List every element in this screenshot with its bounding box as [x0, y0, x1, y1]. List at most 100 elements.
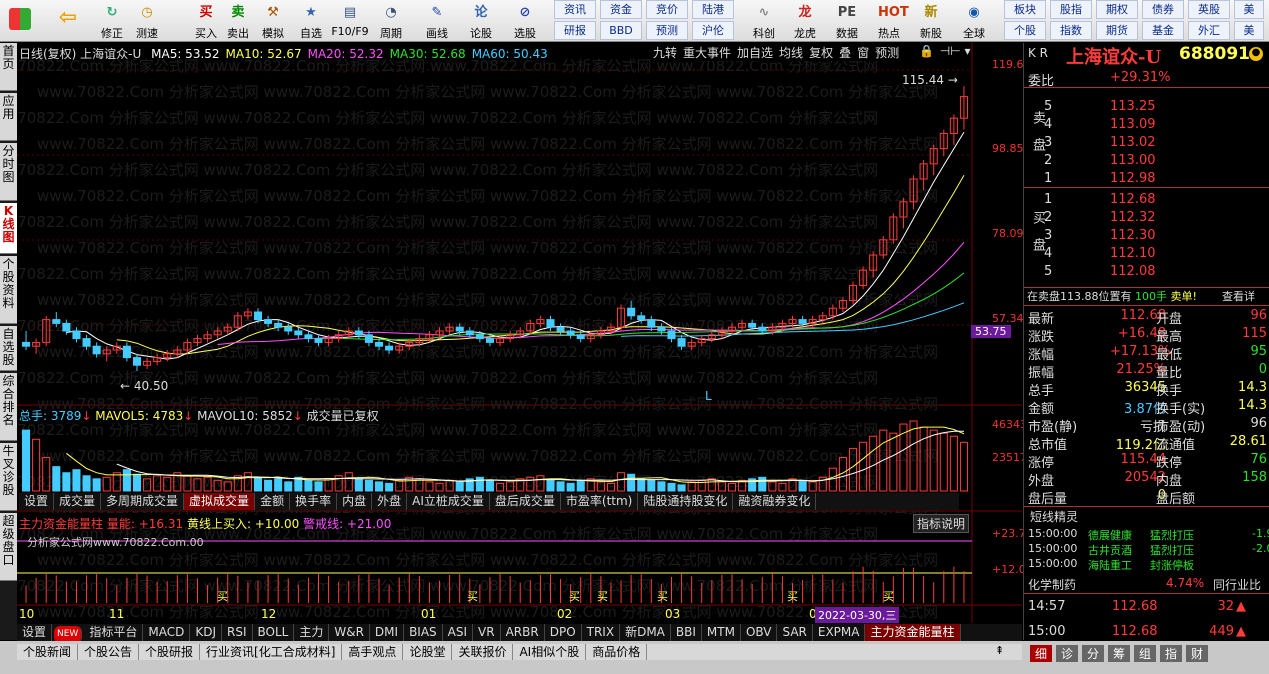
indicator-tab[interactable]: DPO — [545, 624, 582, 641]
quote-bottom-tab[interactable]: 财 — [1186, 645, 1208, 662]
bottom-info-tab[interactable]: 论股堂 — [403, 644, 453, 660]
left-tab[interactable]: 超级盘口 — [0, 513, 17, 581]
quick-link[interactable]: 资金 — [600, 0, 642, 19]
chart-header-button[interactable]: 重大事件 — [683, 46, 731, 60]
indicator-tab[interactable]: 外盘 — [372, 493, 408, 510]
split-icon[interactable]: ⊣⊢ — [940, 44, 961, 58]
indicator-tab[interactable]: AI立桩成交量 — [407, 493, 490, 510]
indicator-tab[interactable]: 虚拟成交量 — [184, 493, 256, 510]
quote-bottom-tab[interactable]: 组 — [1134, 645, 1156, 662]
toolbar-sell-button[interactable]: 卖卖出 — [222, 0, 254, 42]
left-tab[interactable]: K线图 — [0, 203, 17, 254]
main-menu-button[interactable] — [2, 0, 38, 42]
notice-link[interactable]: 查看详 — [1222, 288, 1255, 304]
indicator-tab[interactable]: 多周期成交量 — [101, 493, 185, 510]
indicator-tab[interactable]: 金额 — [255, 493, 291, 510]
quote-bottom-tab[interactable]: 细 — [1030, 645, 1052, 662]
quote-bottom-tab[interactable]: 筹 — [1108, 645, 1130, 662]
indicator-tab[interactable]: 设置 — [17, 624, 53, 641]
indicator-tab[interactable]: 融资融券变化 — [733, 493, 817, 510]
indicator-tab[interactable]: BOLL — [253, 624, 295, 641]
quick-link[interactable]: 外汇 — [1188, 21, 1230, 40]
bottom-info-tab[interactable]: 个股公告 — [78, 644, 140, 660]
indicator-tab[interactable]: VR — [473, 624, 501, 641]
toolbar-hammer-button[interactable]: ⚒ 模拟 — [254, 0, 292, 42]
indicator-tab[interactable]: W&R — [329, 624, 370, 641]
indicator-tab[interactable]: DMI — [370, 624, 405, 641]
indicator-tab[interactable]: BBI — [671, 624, 702, 641]
industry-link[interactable]: 同行业比 — [1213, 576, 1261, 593]
indicator-tab[interactable]: EXPMA — [813, 624, 866, 641]
left-tab[interactable]: 个股资料 — [0, 256, 17, 324]
quick-link[interactable]: 板块 — [1004, 0, 1046, 19]
indicator-tab[interactable]: 内盘 — [337, 493, 373, 510]
quick-link[interactable]: 期货 — [1096, 21, 1138, 40]
bottom-info-tab[interactable]: 行业资讯[化工合成材料] — [200, 644, 343, 660]
left-tab[interactable]: 牛叉诊股 — [0, 443, 17, 511]
bottom-info-tab[interactable]: AI相似个股 — [513, 644, 587, 660]
toolbar-buy-button[interactable]: 买买入 — [190, 0, 222, 42]
quick-link[interactable]: 资讯 — [554, 0, 596, 19]
quick-link[interactable]: 陆港 — [692, 0, 734, 19]
indicator-tab[interactable]: MACD — [143, 624, 191, 641]
bottom-info-tab[interactable]: 高手观点 — [342, 644, 404, 660]
indicator-tab[interactable]: MTM — [702, 624, 741, 641]
quick-link[interactable]: 美 — [1234, 21, 1264, 40]
lock-icon[interactable]: 🔒 — [919, 44, 934, 58]
indicator-tab[interactable]: 盘后成交量 — [490, 493, 561, 510]
info-icon[interactable]: ● — [1249, 47, 1263, 61]
toolbar-select-button[interactable]: ⊘ 选股 — [504, 0, 546, 42]
indicator-tab[interactable]: ARBR — [501, 624, 545, 641]
left-tab[interactable]: 综合排名 — [0, 373, 17, 441]
left-tab[interactable]: 分时图 — [0, 143, 17, 201]
chart-header-button[interactable]: 复权 — [809, 46, 833, 60]
indicator-tab[interactable]: 主力资金能量柱 — [865, 624, 961, 641]
indicator-tab[interactable]: OBV — [741, 624, 778, 641]
indicator-tab[interactable]: ASI — [443, 624, 474, 641]
quick-link[interactable]: 竞价 — [646, 0, 688, 19]
toolbar-speed-button[interactable]: ◷ 测速 — [126, 0, 168, 42]
chart-header-button[interactable]: 均线 — [779, 46, 803, 60]
quote-bottom-tab[interactable]: 分 — [1082, 645, 1104, 662]
quick-link[interactable]: 研报 — [554, 21, 596, 40]
indicator-tab[interactable]: 市盈率(ttm) — [561, 493, 639, 510]
chart-header-button[interactable]: 九转 — [653, 46, 677, 60]
indicator-tab[interactable]: TRIX — [582, 624, 621, 641]
toolbar-discuss-button[interactable]: 论论股 — [460, 0, 502, 42]
bottom-info-tab[interactable]: 个股研报 — [139, 644, 201, 660]
quick-link[interactable]: BBD — [600, 21, 642, 40]
chart-header-button[interactable]: 预测 — [875, 46, 899, 60]
bottom-info-tab[interactable]: 关联报价 — [452, 644, 514, 660]
bottom-info-tab[interactable]: 个股新闻 — [17, 644, 79, 660]
toolbar-favorite-button[interactable]: ★ 自选 — [292, 0, 330, 42]
quick-link[interactable]: 英股 — [1188, 0, 1230, 19]
left-tab[interactable]: 自选股 — [0, 326, 17, 371]
back-button[interactable]: ⇦ — [50, 0, 86, 42]
bottom-info-tab[interactable]: 商品价格 — [586, 644, 648, 660]
indicator-tab[interactable]: 主力 — [294, 624, 330, 641]
toolbar-pen-button[interactable]: ✎ 画线 — [416, 0, 458, 42]
quote-bottom-tab[interactable]: 指 — [1160, 645, 1182, 662]
left-tab[interactable]: 应用 — [0, 93, 17, 141]
toolbar-cycle-button[interactable]: ◔ 周期 — [370, 0, 412, 42]
quick-link[interactable]: 指数 — [1050, 21, 1092, 40]
indicator-tab[interactable]: 指标平台 — [84, 624, 144, 641]
quick-link[interactable]: 债券 — [1142, 0, 1184, 19]
kline-chart-area[interactable]: www.70822.Com 分析家公式网 www.70822.Com 分析家公式… — [17, 43, 1033, 623]
toolbar-refresh-button[interactable]: ↻ 修正 — [98, 0, 126, 42]
quick-link[interactable]: 个股 — [1004, 21, 1046, 40]
dropdown-arrow-icon[interactable]: ▾ — [965, 44, 971, 58]
indicator-tab[interactable]: 换手率 — [290, 493, 338, 510]
indicator-tab[interactable]: 陆股通持股变化 — [638, 493, 734, 510]
indicator-help-button[interactable]: 指标说明 — [913, 514, 970, 533]
quick-link[interactable]: 股指 — [1050, 0, 1092, 19]
quote-bottom-tab[interactable]: 诊 — [1056, 645, 1078, 662]
quick-link[interactable]: 美 — [1234, 0, 1264, 19]
quick-link[interactable]: 基金 — [1142, 21, 1184, 40]
indicator-tab[interactable]: 成交量 — [54, 493, 102, 510]
quick-link[interactable]: 期权 — [1096, 0, 1138, 19]
indicator-tab[interactable]: 新DMA — [620, 624, 671, 641]
collapse-icon[interactable]: ⇞ — [995, 644, 1011, 658]
indicator-tab[interactable]: RSI — [222, 624, 253, 641]
left-tab[interactable]: 首页 — [0, 43, 17, 91]
